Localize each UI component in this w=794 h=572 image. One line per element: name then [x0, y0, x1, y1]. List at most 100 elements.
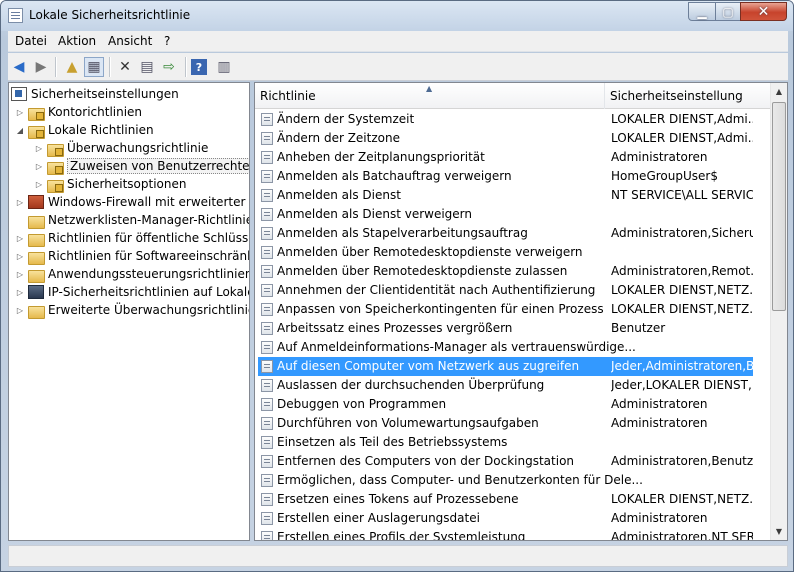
properties-button[interactable]: ▤: [137, 57, 157, 77]
toolbar-separator: [109, 57, 110, 77]
help-button[interactable]: ?: [191, 59, 207, 75]
table-row[interactable]: Anmelden als Dienst verweigern: [258, 205, 753, 224]
table-row[interactable]: Ändern der Systemzeit LOKALER DIENST,Admi…: [258, 110, 753, 129]
expand-arrow-icon[interactable]: ▷: [15, 234, 25, 243]
policy-name: Anmelden über Remotedesktopdienste zulas…: [277, 264, 568, 278]
action-pane-button[interactable]: ▥: [214, 57, 234, 77]
tree-node-oeffentliche-schluessel[interactable]: ▷ Richtlinien für öffentliche Schlüssel: [15, 229, 249, 247]
menu-ansicht[interactable]: Ansicht: [108, 34, 152, 48]
export-list-button[interactable]: ⇨: [159, 57, 179, 77]
tree-node-label: Sicherheitseinstellungen: [31, 87, 179, 101]
table-row[interactable]: Erstellen einer Auslagerungsdatei Adminis…: [258, 509, 753, 528]
security-settings-icon: [11, 87, 27, 101]
policy-name: Anmelden als Stapelverarbeitungsauftrag: [277, 226, 528, 240]
tree-node-ueberwachungsrichtlinie[interactable]: ▷ Überwachungsrichtlinie: [34, 139, 208, 157]
delete-button[interactable]: ✕: [115, 57, 135, 77]
scroll-down-button[interactable]: ▼: [771, 523, 787, 540]
scroll-down-icon: ▼: [775, 527, 783, 536]
tree-node-lokale-richtlinien[interactable]: ◢ Lokale Richtlinien: [15, 121, 154, 139]
policy-icon: [261, 284, 273, 297]
expand-arrow-icon[interactable]: ▷: [34, 162, 44, 171]
folder-lock-icon: [28, 124, 45, 139]
tree-node-label: Erweiterte Überwachungsrichtlinienk: [48, 303, 250, 317]
policy-icon: [261, 531, 273, 540]
title-bar[interactable]: Lokale Sicherheitsrichtlinie ▁ ▢ ✕: [1, 1, 793, 31]
expand-arrow-icon[interactable]: ▷: [34, 180, 44, 189]
table-row[interactable]: Anmelden über Remotedesktopdienste zulas…: [258, 262, 753, 281]
ip-security-icon: [28, 285, 44, 299]
expand-arrow-icon[interactable]: ▷: [15, 270, 25, 279]
table-row[interactable]: Debuggen von Programmen Administratoren: [258, 395, 753, 414]
table-row[interactable]: Anmelden als Batchauftrag verweigern Home…: [258, 167, 753, 186]
expand-arrow-icon[interactable]: ▷: [15, 198, 25, 207]
expand-arrow-icon[interactable]: ▷: [34, 144, 44, 153]
menu-datei[interactable]: Datei: [15, 34, 47, 48]
expand-arrow-icon[interactable]: ▷: [15, 252, 25, 261]
tree-node-zuweisen-von-benutzerrechten[interactable]: ▷ Zuweisen von Benutzerrechten: [34, 157, 249, 175]
toolbar: ◀ ▶ ▲ ▦ ✕ ▤ ⇨ ? ▥: [8, 53, 788, 81]
table-row[interactable]: Auslassen der durchsuchenden Überprüfung…: [258, 376, 753, 395]
back-button[interactable]: ◀: [9, 57, 29, 77]
console-tree: Sicherheitseinstellungen ▷ Kontorichtlin…: [8, 82, 250, 541]
table-row[interactable]: Arbeitssatz eines Prozesses vergrößern Be…: [258, 319, 753, 338]
table-row[interactable]: Ermöglichen, dass Computer- und Benutzer…: [258, 471, 753, 490]
table-row[interactable]: Erstellen eines Profils der Systemleistu…: [258, 528, 753, 540]
tree-node-erweiterte-ueberwachung[interactable]: ▷ Erweiterte Überwachungsrichtlinienk: [15, 301, 250, 319]
policy-setting: Administratoren: [611, 397, 708, 411]
menu-help[interactable]: ?: [164, 34, 170, 48]
menu-aktion[interactable]: Aktion: [58, 34, 96, 48]
expand-arrow-icon[interactable]: ▷: [15, 108, 25, 117]
table-row[interactable]: Anmelden als Dienst NT SERVICE\ALL SERVIC…: [258, 186, 753, 205]
folder-icon: [28, 268, 45, 283]
tree-node-sicherheitsoptionen[interactable]: ▷ Sicherheitsoptionen: [34, 175, 186, 193]
toolbar-separator: [185, 57, 186, 77]
column-label: Richtlinie: [260, 89, 316, 103]
tree-node-softwareeinschraenkung[interactable]: ▷ Richtlinien für Softwareeinschränkung: [15, 247, 249, 265]
table-row[interactable]: Anmelden als Stapelverarbeitungsauftrag A…: [258, 224, 753, 243]
policy-name: Arbeitssatz eines Prozesses vergrößern: [277, 321, 513, 335]
table-row[interactable]: Einsetzen als Teil des Betriebssystems: [258, 433, 753, 452]
policy-name: Erstellen einer Auslagerungsdatei: [277, 511, 480, 525]
tree-node-windows-firewall[interactable]: ▷ Windows-Firewall mit erweiterter Sich: [15, 193, 249, 211]
tree-node-ip-sicherheit[interactable]: ▷ IP-Sicherheitsrichtlinien auf Lokaler …: [15, 283, 249, 301]
policy-icon: [261, 303, 273, 316]
policy-list: Richtlinie ▲ Sicherheitseinstellung Ände…: [254, 82, 788, 541]
policy-setting: Administratoren: [611, 511, 708, 525]
table-row[interactable]: Anheben der Zeitplanungspriorität Adminis…: [258, 148, 753, 167]
table-row[interactable]: Entfernen des Computers von der Dockings…: [258, 452, 753, 471]
table-row[interactable]: Ersetzen eines Tokens auf Prozessebene LO…: [258, 490, 753, 509]
policy-icon: [261, 360, 273, 373]
policy-name: Anpassen von Speicherkontingenten für ei…: [277, 302, 604, 316]
close-button[interactable]: ✕: [740, 2, 787, 21]
forward-button[interactable]: ▶: [31, 57, 51, 77]
policy-name: Ermöglichen, dass Computer- und Benutzer…: [277, 473, 643, 487]
tree-node-netzwerklisten-manager[interactable]: Netzwerklisten-Manager-Richtlinien: [15, 211, 249, 229]
maximize-button[interactable]: ▢: [715, 2, 741, 21]
tree-node-kontorichtlinien[interactable]: ▷ Kontorichtlinien: [15, 103, 142, 121]
column-header-sicherheitseinstellung[interactable]: Sicherheitseinstellung: [605, 83, 771, 109]
table-row[interactable]: Auf diesen Computer vom Netzwerk aus zug…: [258, 357, 753, 376]
policy-name: Einsetzen als Teil des Betriebssystems: [277, 435, 508, 449]
minimize-button[interactable]: ▁: [688, 2, 716, 21]
scroll-thumb[interactable]: [772, 102, 786, 311]
policy-icon: [261, 246, 273, 259]
show-hide-console-tree-button[interactable]: ▦: [84, 57, 104, 77]
policy-icon: [261, 208, 273, 221]
vertical-scrollbar[interactable]: ▲ ▼: [770, 83, 787, 540]
tree-node-anwendungssteuerung[interactable]: ▷ Anwendungssteuerungsrichtlinien: [15, 265, 249, 283]
collapse-arrow-icon[interactable]: ◢: [15, 126, 25, 135]
expand-arrow-icon[interactable]: ▷: [15, 288, 25, 297]
up-one-level-button[interactable]: ▲: [62, 57, 82, 77]
table-row[interactable]: Durchführen von Volumewartungsaufgaben Ad…: [258, 414, 753, 433]
table-row[interactable]: Annehmen der Clientidentität nach Authen…: [258, 281, 753, 300]
scroll-up-icon: ▲: [775, 87, 783, 96]
table-row[interactable]: Anpassen von Speicherkontingenten für ei…: [258, 300, 753, 319]
folder-icon: [28, 250, 45, 265]
help-icon: ?: [195, 60, 203, 74]
table-row[interactable]: Auf Anmeldeinformations-Manager als vert…: [258, 338, 753, 357]
table-row[interactable]: Ändern der Zeitzone LOKALER DIENST,Admi..…: [258, 129, 753, 148]
table-row[interactable]: Anmelden über Remotedesktopdienste verwe…: [258, 243, 753, 262]
scroll-up-button[interactable]: ▲: [771, 83, 787, 100]
expand-arrow-icon[interactable]: ▷: [15, 306, 25, 315]
tree-node-sicherheitseinstellungen[interactable]: Sicherheitseinstellungen: [11, 85, 179, 103]
